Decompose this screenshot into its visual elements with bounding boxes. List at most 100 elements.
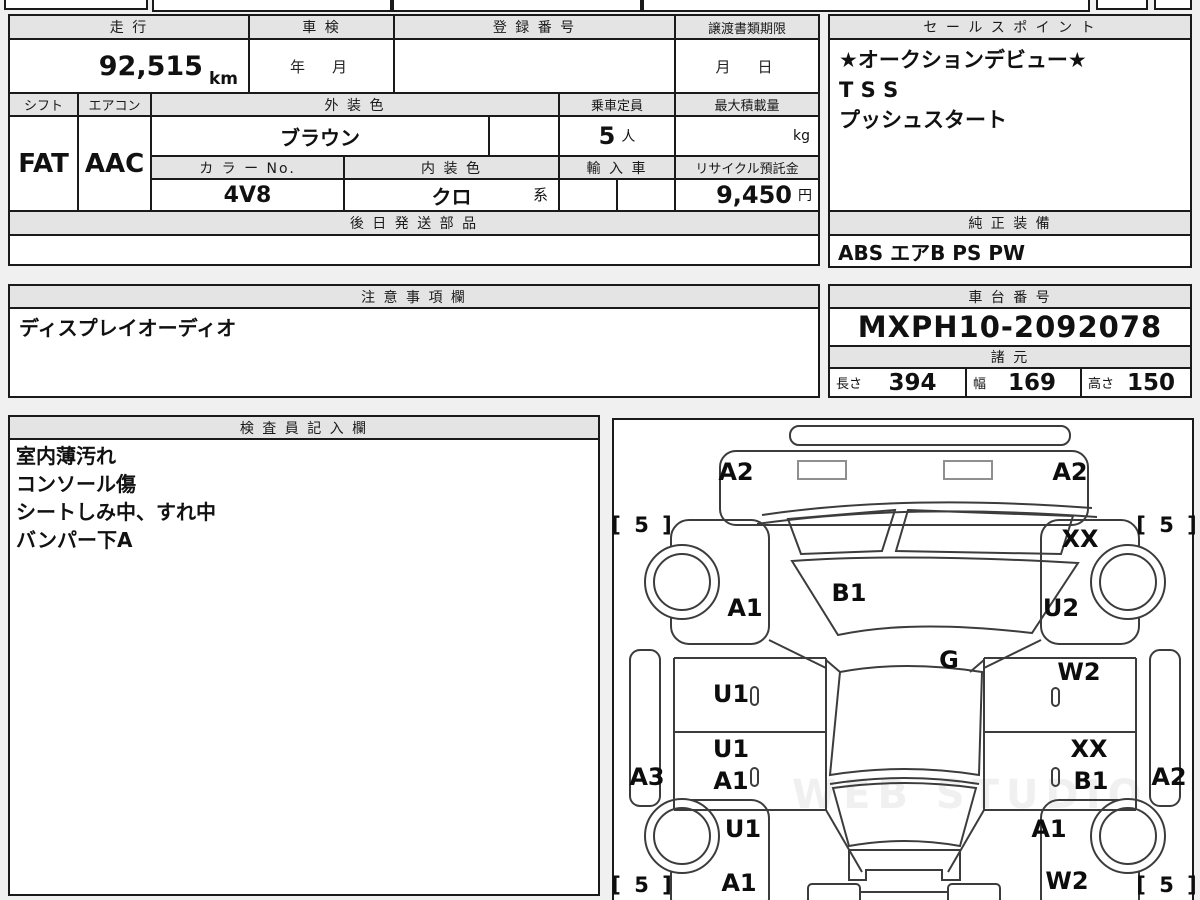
diagram-label-U2: U2: [1042, 594, 1080, 622]
import-header: 輸 入 車: [560, 157, 676, 180]
text-line: ★オークションデビュー★: [839, 48, 1087, 72]
inspector-panel: 検 査 員 記 入 欄 室内薄汚れコンソール傷シートしみ中、すれ中 バンパー下A: [8, 415, 600, 896]
inspection-value: 年 月: [250, 40, 395, 94]
mileage-number: 92,515: [98, 50, 203, 82]
max-load-unit: kg: [793, 128, 810, 144]
text-line: バンパー下A: [16, 528, 133, 552]
top-cell: [4, 0, 148, 10]
diagram-label-B1: B1: [831, 579, 867, 607]
diagram-label-A1: A1: [721, 869, 757, 897]
spec-length-label: 長さ: [836, 377, 863, 392]
genuine-equipment-value: ABS エアB PS PW: [830, 236, 1192, 268]
diagram-label-A1: A1: [713, 767, 749, 795]
spec-height-label: 高さ: [1088, 377, 1115, 392]
diagram-label-U1: U1: [712, 735, 750, 763]
diagram-label-W2: W2: [1057, 658, 1101, 686]
chassis-panel: 車 台 番 号 MXPH10-2092078 諸 元 長さ 394 幅 169 …: [828, 284, 1192, 398]
interior-color-suffix: 系: [532, 186, 548, 204]
top-cell: [642, 0, 1090, 12]
diagram-label-5: [ 5 ]: [1136, 873, 1200, 897]
top-cell: [1154, 0, 1192, 10]
spec-width-value: 169: [1008, 369, 1057, 396]
text-line: プッシュスタート: [839, 108, 1007, 132]
capacity-unit: 人: [621, 129, 636, 145]
diagram-label-5: [ 5 ]: [611, 873, 675, 897]
capacity-number: 5: [598, 122, 616, 150]
diagram-label-5: [ 5 ]: [1136, 513, 1200, 537]
diagram-label-G: G: [939, 646, 959, 674]
import-cell-1: [560, 180, 618, 212]
interior-color-header: 内 装 色: [345, 157, 560, 180]
notes-header: 注 意 事 項 欄: [10, 286, 820, 309]
max-load-value: kg: [676, 117, 820, 157]
inspector-header: 検 査 員 記 入 欄: [10, 417, 600, 440]
spec-height-value: 150: [1127, 369, 1176, 396]
registration-number-value: [395, 40, 676, 94]
chassis-number-header: 車 台 番 号: [830, 286, 1192, 309]
shift-header: シフト: [10, 94, 79, 117]
spec-width-label: 幅: [973, 377, 987, 392]
sales-points-content: ★オークションデビュー★ T S S プッシュスタート: [830, 40, 1192, 212]
text-line: ディスプレイオーディオ: [19, 316, 237, 340]
recycle-deposit-header: リサイクル預託金: [676, 157, 820, 180]
diagram-label-A1: A1: [1031, 815, 1067, 843]
recycle-unit: 円: [798, 188, 812, 204]
diagram-label-U1: U1: [724, 815, 762, 843]
aircon-value: AAC: [79, 117, 152, 212]
diagram-label-A2: A2: [1052, 458, 1088, 486]
import-cell-2: [618, 180, 676, 212]
text-line: コンソール傷: [16, 472, 136, 496]
car-outline-drawing: [629, 425, 1181, 900]
color-no-header: カ ラ ー No.: [152, 157, 345, 180]
diagram-label-U1: U1: [712, 680, 750, 708]
top-cell: [1096, 0, 1148, 10]
mileage-value: 92,515 km: [10, 40, 250, 94]
top-cell: [152, 0, 392, 12]
diagram-label-B1: B1: [1073, 767, 1109, 795]
text-line: T S S: [839, 78, 899, 102]
shift-value: FAT: [10, 117, 79, 212]
chassis-number-value: MXPH10-2092078: [830, 309, 1192, 347]
top-cell: [392, 0, 642, 12]
notes-panel: 注 意 事 項 欄 ディスプレイオーディオ: [8, 284, 820, 398]
mileage-header: 走 行: [10, 16, 250, 40]
interior-color-value: クロ 系: [345, 180, 560, 212]
later-shipped-parts-header: 後 日 発 送 部 品: [10, 212, 820, 236]
sales-points-panel: セ ー ル ス ポ イ ン ト ★オークションデビュー★ T S S プッシュスター…: [828, 14, 1192, 268]
diagram-label-XX: XX: [1061, 525, 1099, 553]
aircon-header: エアコン: [79, 94, 152, 117]
exterior-color-extra-cell: [490, 117, 560, 157]
inspection-header: 車 検: [250, 16, 395, 40]
text-line: シートしみ中、すれ中: [16, 500, 216, 524]
diagram-label-W2: W2: [1045, 867, 1089, 895]
color-no-value: 4V8: [152, 180, 345, 212]
notes-content: ディスプレイオーディオ: [10, 309, 820, 398]
specs-header: 諸 元: [830, 347, 1192, 369]
transfer-docs-deadline-header: 譲渡書類期限: [676, 16, 820, 40]
recycle-number: 9,450: [716, 181, 792, 209]
recycle-deposit-value: 9,450 円: [676, 180, 820, 212]
spec-length-value: 394: [888, 369, 937, 396]
spec-width: 幅 169: [967, 369, 1082, 398]
diagram-label-5: [ 5 ]: [611, 513, 675, 537]
vehicle-info-table: 走 行 車 検 登 録 番 号 譲渡書類期限 92,515 km 年 月 月 日…: [8, 14, 820, 266]
diagram-label-A3: A3: [629, 763, 665, 791]
max-load-header: 最大積載量: [676, 94, 820, 117]
spec-length: 長さ 394: [830, 369, 967, 398]
capacity-header: 乗車定員: [560, 94, 676, 117]
inspector-content: 室内薄汚れコンソール傷シートしみ中、すれ中 バンパー下A: [10, 440, 600, 896]
text-line: 室内薄汚れ: [16, 444, 116, 468]
later-shipped-parts-value: [10, 236, 820, 266]
diagram-label-XX: XX: [1070, 735, 1108, 763]
exterior-color-value: ブラウン: [152, 117, 490, 157]
diagram-label-A2: A2: [1151, 763, 1187, 791]
genuine-equipment-header: 純 正 装 備: [830, 212, 1192, 236]
exterior-color-header: 外 装 色: [152, 94, 560, 117]
diagram-label-A1: A1: [727, 594, 763, 622]
registration-number-header: 登 録 番 号: [395, 16, 676, 40]
spec-height: 高さ 150: [1082, 369, 1192, 398]
auction-sheet: 走 行 車 検 登 録 番 号 譲渡書類期限 92,515 km 年 月 月 日…: [0, 0, 1200, 900]
transfer-docs-value: 月 日: [676, 40, 820, 94]
diagram-label-A2: A2: [718, 458, 754, 486]
capacity-value: 5 人: [560, 117, 676, 157]
